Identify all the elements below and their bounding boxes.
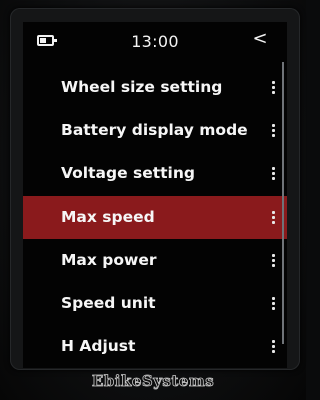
menu-item-label: H Adjust — [61, 337, 136, 356]
menu-item-label: Max speed — [61, 207, 155, 226]
menu-item-speed-unit[interactable]: Speed unit — [23, 282, 287, 325]
more-options-icon — [272, 81, 275, 94]
clock-time: 13:00 — [131, 32, 179, 51]
more-options-icon — [272, 210, 275, 224]
menu-item-label: Voltage setting — [61, 164, 195, 183]
menu-item-battery-display-mode[interactable]: Battery display mode — [23, 109, 287, 152]
menu-item-label: Battery display mode — [61, 121, 248, 140]
menu-item-label: Max power — [61, 250, 157, 269]
device-frame: 13:00 < Wheel size setting Battery displ… — [0, 0, 306, 400]
display-screen: 13:00 < Wheel size setting Battery displ… — [23, 22, 287, 368]
more-options-icon — [272, 124, 275, 138]
more-options-icon — [272, 296, 275, 310]
menu-item-max-speed[interactable]: Max speed — [23, 195, 287, 239]
more-options-icon — [272, 167, 275, 181]
menu-item-wheel-size-setting[interactable]: Wheel size setting — [23, 66, 287, 109]
scrollbar-thumb[interactable] — [282, 62, 284, 344]
scrollbar[interactable] — [282, 62, 284, 344]
more-options-icon — [272, 340, 275, 354]
back-icon[interactable]: < — [251, 28, 269, 50]
menu-item-h-adjust[interactable]: H Adjust — [23, 325, 287, 368]
menu-item-label: Speed unit — [61, 293, 156, 312]
more-options-icon — [272, 253, 275, 267]
settings-menu: Wheel size setting Battery display mode … — [23, 66, 287, 368]
status-bar: 13:00 < — [23, 22, 287, 66]
menu-item-max-power[interactable]: Max power — [23, 239, 287, 282]
watermark-logo: EbikeSystems — [91, 372, 215, 391]
menu-item-label: Wheel size setting — [61, 78, 223, 96]
menu-item-voltage-setting[interactable]: Voltage setting — [23, 152, 287, 195]
